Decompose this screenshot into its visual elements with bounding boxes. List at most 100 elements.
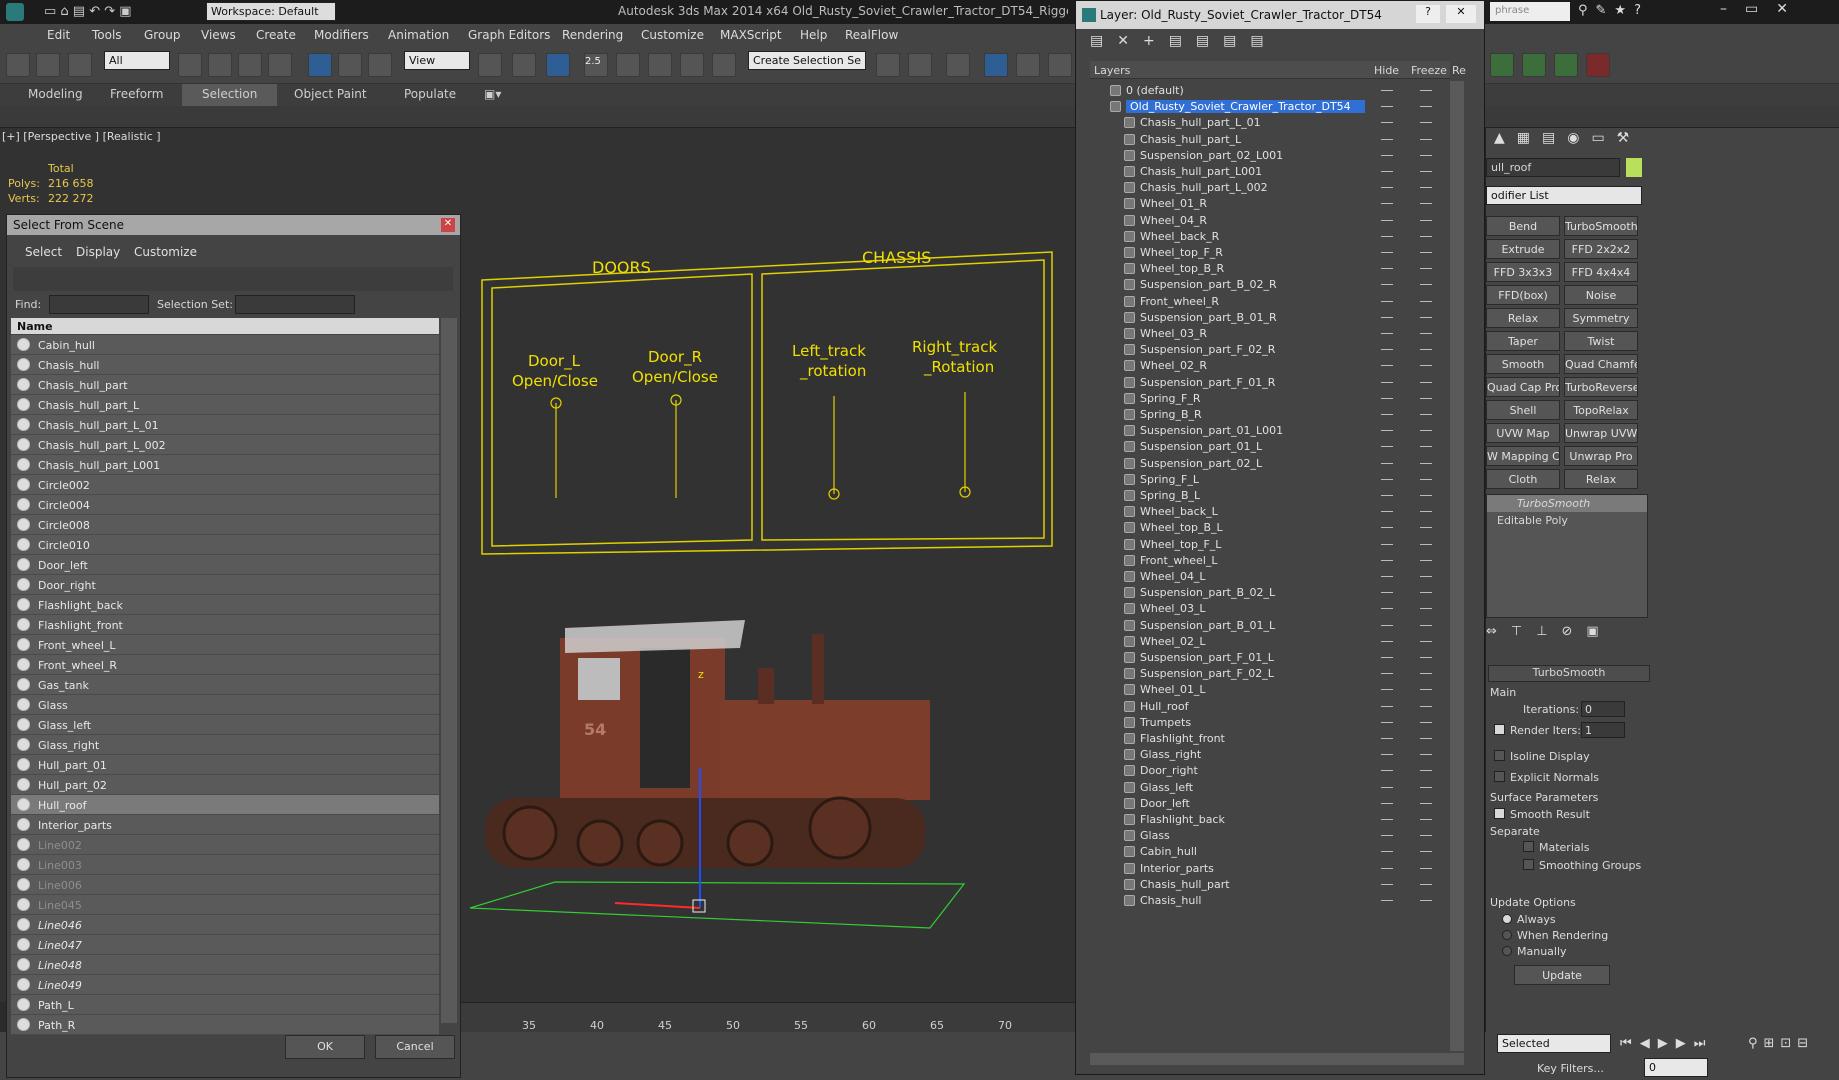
hide-toggle[interactable] (1381, 203, 1393, 205)
hide-toggle[interactable] (1381, 349, 1393, 351)
window-crossing-icon[interactable] (268, 53, 292, 77)
hide-toggle[interactable] (1381, 754, 1393, 756)
list-item[interactable]: Flashlight_back (11, 595, 439, 615)
hide-toggle[interactable] (1381, 300, 1393, 302)
hide-toggle[interactable] (1381, 235, 1393, 237)
menu-maxscript[interactable]: MAXScript (720, 28, 782, 42)
object-name-field[interactable]: ull_roof (1486, 158, 1620, 177)
hide-toggle[interactable] (1381, 414, 1393, 415)
freeze-toggle[interactable] (1420, 90, 1432, 91)
freeze-toggle[interactable] (1420, 252, 1432, 253)
hide-toggle[interactable] (1381, 657, 1393, 658)
hide-toggle[interactable] (1381, 689, 1393, 691)
freeze-toggle[interactable] (1420, 705, 1432, 707)
hide-toggle[interactable] (1381, 559, 1393, 561)
layers-h-scrollbar[interactable] (1090, 1053, 1464, 1065)
freeze-toggle[interactable] (1420, 640, 1432, 642)
select-object-icon[interactable] (178, 53, 202, 77)
hide-toggle[interactable] (1381, 187, 1393, 189)
freeze-toggle[interactable] (1420, 203, 1432, 205)
freeze-toggle[interactable] (1420, 333, 1432, 334)
list-item[interactable]: Flashlight_front (11, 615, 439, 635)
hide-toggle[interactable] (1381, 608, 1393, 610)
render-iters-spinner[interactable]: 1 (1581, 722, 1625, 738)
list-scrollbar[interactable] (441, 318, 457, 1023)
hide-toggle[interactable] (1381, 835, 1393, 837)
list-item[interactable]: Glass (11, 695, 439, 715)
list-item[interactable]: Chasis_hull_part_L_01 (11, 415, 439, 435)
freeze-toggle[interactable] (1420, 721, 1432, 723)
freeze-toggle[interactable] (1420, 414, 1432, 415)
stack-item-editable-poly[interactable]: Editable Poly (1487, 512, 1647, 529)
col-render[interactable]: Re (1452, 64, 1466, 77)
list-item[interactable]: Chasis_hull_part_L (11, 395, 439, 415)
modifier-button[interactable]: FFD 4x4x4 (1564, 262, 1638, 282)
filter-toolbar[interactable] (13, 267, 453, 291)
hide-toggle[interactable] (1381, 122, 1393, 124)
layers-scrollbar[interactable] (1450, 81, 1464, 1051)
object-list[interactable]: Cabin_hull Chasis_hull Chasis_hull_part Cha… (11, 335, 439, 1035)
menu-tools[interactable]: Tools (92, 28, 122, 42)
materials-checkbox[interactable] (1523, 841, 1534, 852)
freeze-toggle[interactable] (1420, 284, 1432, 286)
selection-set-dropdown[interactable] (235, 295, 355, 314)
hide-toggle[interactable] (1381, 851, 1393, 853)
modifier-button[interactable]: Taper (1486, 331, 1560, 351)
freeze-toggle[interactable] (1420, 365, 1432, 367)
isoline-checkbox[interactable] (1494, 750, 1505, 761)
col-freeze[interactable]: Freeze (1411, 64, 1447, 77)
menu-edit[interactable]: Edit (47, 28, 70, 42)
hide-toggle[interactable] (1381, 171, 1393, 172)
menu-customize[interactable]: Customize (134, 245, 197, 259)
select-by-name-icon[interactable] (208, 53, 232, 77)
freeze-toggle[interactable] (1420, 576, 1432, 577)
list-item[interactable]: Chasis_hull_part_L_002 (11, 435, 439, 455)
list-item[interactable]: Circle008 (11, 515, 439, 535)
modifier-button[interactable]: Bend (1486, 216, 1560, 236)
freeze-toggle[interactable] (1420, 268, 1432, 270)
freeze-toggle[interactable] (1420, 851, 1432, 853)
list-item[interactable]: Door_left (11, 555, 439, 575)
hide-toggle[interactable] (1381, 284, 1393, 286)
freeze-toggle[interactable] (1420, 495, 1432, 496)
list-item[interactable]: Path_L (11, 995, 439, 1015)
infocenter-icons[interactable]: ⚲✎★? (1578, 3, 1649, 18)
modifier-button[interactable]: FFD 2x2x2 (1564, 239, 1638, 259)
freeze-toggle[interactable] (1420, 608, 1432, 610)
object-color-swatch[interactable] (1626, 158, 1642, 177)
hide-toggle[interactable] (1381, 770, 1393, 772)
tab-modeling[interactable]: Modeling (28, 87, 83, 101)
modifier-button[interactable]: Quad Cap Pro (1486, 377, 1560, 397)
edit-named-selection-icon[interactable] (712, 53, 736, 77)
tab-selection[interactable]: Selection (182, 84, 278, 106)
select-manipulate-icon[interactable] (512, 53, 536, 77)
hide-toggle[interactable] (1381, 738, 1393, 739)
pivot-icon[interactable] (478, 53, 502, 77)
key-mode-dropdown[interactable]: Selected (1497, 1034, 1611, 1053)
list-item[interactable]: Circle010 (11, 535, 439, 555)
freeze-toggle[interactable] (1420, 559, 1432, 561)
update-button[interactable]: Update (1514, 965, 1610, 985)
hide-toggle[interactable] (1381, 624, 1393, 626)
hide-toggle[interactable] (1381, 592, 1393, 594)
freeze-toggle[interactable] (1420, 592, 1432, 594)
hide-toggle[interactable] (1381, 106, 1393, 108)
freeze-toggle[interactable] (1420, 154, 1432, 156)
realflow-icon-3[interactable] (1554, 53, 1578, 77)
freeze-toggle[interactable] (1420, 543, 1432, 545)
hide-toggle[interactable] (1381, 462, 1393, 464)
key-filters-button[interactable]: Key Filters... (1537, 1062, 1604, 1075)
workspace-dropdown[interactable]: Workspace: Default (206, 2, 336, 21)
time-slider-track[interactable]: 35 40 45 50 55 60 65 70 (395, 1002, 1080, 1032)
app-logo-icon[interactable] (6, 3, 24, 21)
freeze-toggle[interactable] (1420, 835, 1432, 837)
realflow-icon-4[interactable] (1586, 53, 1610, 77)
freeze-toggle[interactable] (1420, 689, 1432, 691)
keyboard-shortcut-icon[interactable] (546, 53, 570, 77)
ribbon-options-icon[interactable]: ▣▾ (484, 87, 501, 101)
layer-toolbar-icons[interactable]: ▤✕+▤▤▤▤ (1090, 33, 1290, 55)
menu-customize[interactable]: Customize (641, 28, 704, 42)
freeze-toggle[interactable] (1420, 316, 1432, 318)
smooth-result-checkbox[interactable] (1494, 808, 1505, 819)
freeze-toggle[interactable] (1420, 819, 1432, 820)
